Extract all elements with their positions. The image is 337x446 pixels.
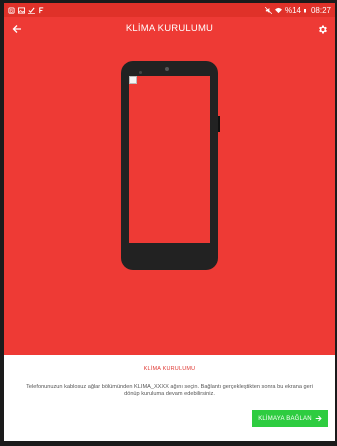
connect-button[interactable]: KLİMAYA BAĞLAN xyxy=(252,410,328,427)
side-button xyxy=(218,116,220,132)
clock: 08:27 xyxy=(310,5,331,15)
page-title: KLİMA KURULUMU xyxy=(125,23,214,34)
app-bar: KLİMA KURULUMU xyxy=(4,17,335,41)
gear-icon xyxy=(318,25,327,33)
broken-image-icon xyxy=(129,76,137,84)
info-panel: KLİMA KURULUMU Telefonunuzun kablosuz ağ… xyxy=(4,355,335,441)
phone-screen xyxy=(129,76,210,243)
arrow-right-icon xyxy=(315,415,322,422)
mute-icon xyxy=(264,6,272,14)
check-icon xyxy=(28,7,35,14)
speaker-dot xyxy=(165,67,169,71)
connect-button-label: KLİMAYA BAĞLAN xyxy=(258,415,312,422)
status-left-icons: B xyxy=(8,6,45,14)
svg-text:B: B xyxy=(10,8,13,13)
app-window: B %14 08:27 KLİMA KURULUMU KLİMA KURULUM… xyxy=(4,3,335,441)
wifi-icon xyxy=(274,7,282,13)
battery-percent: %14 xyxy=(284,5,301,15)
instructions-text: Telefonunuzun kablosuz ağlar bölümünden … xyxy=(26,384,313,397)
status-right-icons: %14 08:27 xyxy=(264,5,331,15)
battery-icon xyxy=(303,8,306,12)
section-label: KLİMA KURULUMU xyxy=(143,366,196,372)
settings-button[interactable] xyxy=(314,21,330,37)
phone-icon xyxy=(121,61,220,270)
image-icon xyxy=(18,6,25,14)
f-icon xyxy=(39,6,44,13)
b-icon: B xyxy=(8,6,15,14)
camera-dot xyxy=(139,71,142,74)
status-bar: B %14 08:27 xyxy=(4,3,335,17)
illustration-area xyxy=(4,41,335,355)
